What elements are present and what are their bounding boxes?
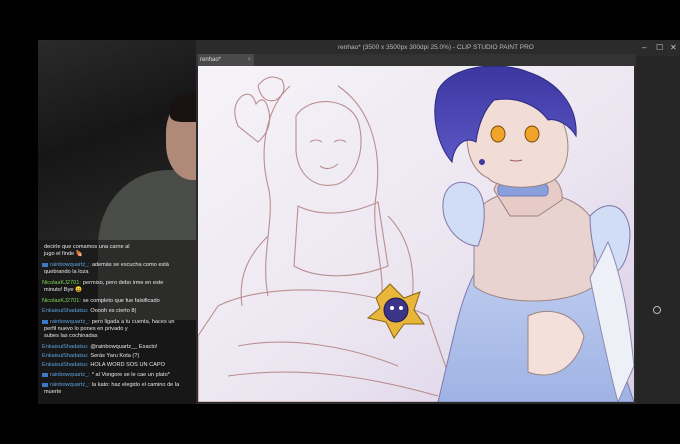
chat-message: quebrando la loza xyxy=(44,269,89,275)
webcam-person-hair xyxy=(170,92,196,122)
clip-studio-window: renhao* (3500 x 3500px 300dpi 25.0%) - C… xyxy=(196,40,680,404)
badge-icon xyxy=(42,372,48,377)
tab-label: renhao* xyxy=(200,57,222,63)
chat-message: EnkaisuiShadatsu: HOLA WORD SOS UN CAPO xyxy=(42,362,165,368)
tab-renhao[interactable]: renhao* × xyxy=(198,54,254,66)
chat-message: perfil nuevo lo pones en privado y xyxy=(44,326,128,332)
panel-toggle-icon[interactable] xyxy=(653,306,661,314)
artwork-illustration xyxy=(198,66,634,402)
chat-message: decirle que comamos una carne al xyxy=(44,244,130,250)
chat-message: jugo el finde 🍖 xyxy=(44,251,83,257)
document-tab-bar: renhao* × xyxy=(196,54,636,66)
chat-message: rainbowquartz_: pero ligada a tu cuenta, … xyxy=(42,319,175,326)
chat-message: rainbowquartz_: además se escucha como es… xyxy=(42,262,169,269)
badge-icon xyxy=(42,262,48,267)
chat-message: EnkaisuiShadatsu: Ooooh es cierto 8( xyxy=(42,308,137,314)
chat-message: minuto! Bye 😀 xyxy=(44,287,83,293)
close-button[interactable]: ✕ xyxy=(670,40,677,56)
stream-panel: decirle que comamos una carne al jugo el… xyxy=(38,40,196,404)
chat-message: EnkaisuiShadatsu: @rainbowquartz__ Exacto… xyxy=(42,344,158,350)
badge-icon xyxy=(42,382,48,387)
minimize-button[interactable]: – xyxy=(642,40,646,56)
chat-message: muerte xyxy=(44,389,62,395)
chat-message: EnkaisuiShadatsu: Serás Yaru Kota (?) xyxy=(42,353,140,359)
chat-overlay: decirle que comamos una carne al jugo el… xyxy=(38,240,196,404)
chat-message: rainbowquartz_: la kato: haz elegido el c… xyxy=(42,382,179,389)
maximize-button[interactable]: ☐ xyxy=(656,40,663,56)
chat-message: NicolasKJ2701: se completo que fue falsif… xyxy=(42,298,160,304)
tab-close-icon[interactable]: × xyxy=(247,54,251,66)
badge-icon xyxy=(42,319,48,324)
chat-message: subes las cochinadas xyxy=(44,333,98,339)
chat-message: rainbowquartz_: * al Vongore se le cae un… xyxy=(42,372,170,379)
drawing-canvas[interactable] xyxy=(198,66,634,402)
side-panel xyxy=(636,56,680,404)
chat-message: NicolasKJ2701: permiso, pero debo irme en… xyxy=(42,280,164,286)
